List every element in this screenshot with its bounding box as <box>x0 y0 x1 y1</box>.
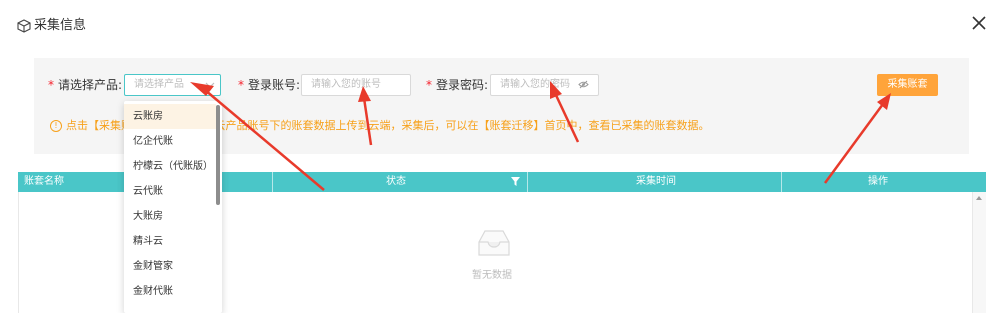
eye-hidden-icon[interactable] <box>578 80 589 89</box>
product-select[interactable]: 请选择产品 <box>124 74 221 96</box>
collect-account-button[interactable]: 采集账套 <box>877 74 938 96</box>
account-input-placeholder: 请输入您的账号 <box>311 79 381 90</box>
column-header-status: 状态 <box>386 176 406 187</box>
dropdown-option[interactable]: 精斗云 <box>124 229 216 254</box>
dropdown-option[interactable]: 亿企代账 <box>124 129 216 154</box>
box-icon <box>17 19 31 33</box>
product-label-text: 请选择产品: <box>58 78 123 92</box>
column-divider <box>527 172 528 192</box>
required-mark: * <box>48 78 54 92</box>
required-mark: * <box>426 78 432 92</box>
account-label-text: 登录账号: <box>248 78 301 92</box>
empty-inbox-icon <box>478 230 510 256</box>
column-divider <box>272 172 273 192</box>
dropdown-option[interactable]: 大账房 <box>124 204 216 229</box>
chevron-down-icon <box>205 82 215 88</box>
required-mark: * <box>238 78 244 92</box>
dropdown-option[interactable]: 金财代账 <box>124 279 216 304</box>
password-input[interactable]: 请输入您的密码 <box>490 74 599 96</box>
dialog-header: 采集信息 <box>0 0 1001 46</box>
info-icon: ! <box>50 120 62 132</box>
column-header-actions: 操作 <box>868 176 888 187</box>
column-header-account-name: 账套名称 <box>24 176 64 187</box>
dropdown-scrollbar-thumb[interactable] <box>216 105 220 205</box>
password-label-text: 登录密码: <box>436 78 489 92</box>
password-label: * 登录密码: <box>426 78 488 92</box>
product-dropdown: 云账房 亿企代账 柠檬云（代账版） 云代账 大账房 精斗云 金财管家 金财代账 <box>124 101 222 313</box>
dropdown-option[interactable]: 云代账 <box>124 179 216 204</box>
dropdown-option[interactable]: 金财管家 <box>124 254 216 279</box>
table-scrollbar[interactable] <box>972 192 986 313</box>
scroll-up-arrow-icon[interactable] <box>976 196 982 200</box>
column-divider <box>781 172 782 192</box>
dialog-title: 采集信息 <box>34 18 87 33</box>
product-select-placeholder: 请选择产品 <box>134 79 184 90</box>
dropdown-option[interactable]: 柠檬云（代账版） <box>124 154 216 179</box>
collect-info-dialog: 采集信息 * 请选择产品: 请选择产品 * 登录账号: 请输入您的账号 * 登录密码:… <box>0 0 1001 313</box>
product-label: * 请选择产品: <box>48 78 122 92</box>
password-input-placeholder: 请输入您的密码 <box>500 79 570 90</box>
account-label: * 登录账号: <box>238 78 300 92</box>
empty-state-text: 暂无数据 <box>472 270 512 281</box>
dropdown-option[interactable]: 云账房 <box>124 104 216 129</box>
filter-icon[interactable] <box>511 177 520 186</box>
close-icon[interactable] <box>970 14 988 32</box>
column-header-collect-time: 采集时间 <box>636 176 676 187</box>
account-input[interactable]: 请输入您的账号 <box>301 74 411 96</box>
